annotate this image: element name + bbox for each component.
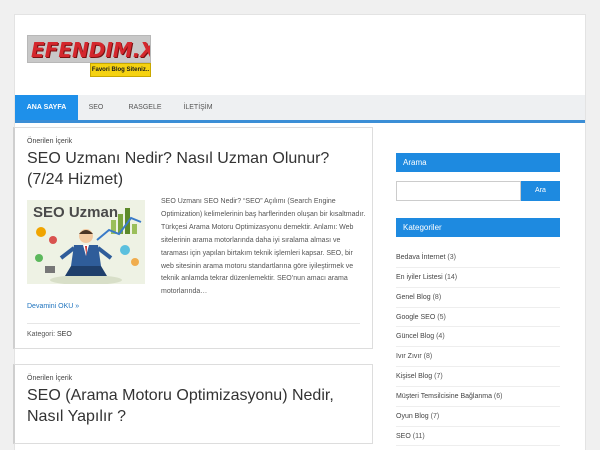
category-item[interactable]: Genel Blog (8) (396, 288, 560, 308)
category-item[interactable]: Google SEO (5) (396, 308, 560, 328)
category-count: (11) (412, 432, 425, 440)
category-name: Güncel Blog (396, 333, 435, 341)
category-count: (8) (432, 293, 442, 301)
category-item[interactable]: SEO (11) (396, 427, 560, 447)
nav-item-rasgele[interactable]: RASGELE (114, 95, 176, 120)
main-nav: ANA SAYFA SEO RASGELE İLETİŞİM (15, 95, 585, 123)
post-title[interactable]: SEO (Arama Motoru Optimizasyonu) Nedir, … (27, 385, 362, 427)
category-count: (5) (437, 313, 446, 321)
post-divider (27, 323, 360, 324)
category-name: Google SEO (396, 313, 436, 321)
category-count: (8) (423, 353, 433, 361)
category-name: Müşteri Temsilcisine Bağlanma (396, 392, 492, 400)
post-category: Önerilen İçerik (27, 138, 73, 145)
meta-category-link[interactable]: SEO (57, 331, 72, 338)
category-item[interactable]: Oyun Blog (7) (396, 407, 560, 427)
post-card: Önerilen İçerik SEO Uzmanı Nedir? Nasıl … (13, 127, 373, 349)
categories-widget-title: Kategoriler (396, 218, 560, 237)
post-thumbnail[interactable]: SEO Uzman (27, 200, 145, 284)
meta-label: Kategori: (27, 331, 56, 338)
post-title[interactable]: SEO Uzmanı Nedir? Nasıl Uzman Olunur? (7… (27, 148, 362, 190)
logo-banner: EFENDIM.XYZ (27, 35, 151, 63)
category-item[interactable]: Güncel Blog (4) (396, 327, 560, 348)
site-logo[interactable]: EFENDIM.XYZ Favori Blog Siteniz.. (27, 35, 151, 77)
category-item[interactable]: Müşteri Temsilcisine Bağlanma (6) (396, 387, 560, 407)
image-label: SEO Uzman (33, 204, 118, 221)
category-name: Kişisel Blog (396, 373, 433, 381)
category-item[interactable]: Kişisel Blog (7) (396, 367, 560, 387)
category-name: SEO (396, 432, 411, 440)
category-item[interactable]: Bedava İnternet (3) (396, 248, 560, 268)
nav-item-iletisim[interactable]: İLETİŞİM (176, 95, 220, 120)
category-count: (7) (434, 373, 443, 381)
read-more-link[interactable]: Devamini OKU » (27, 303, 79, 310)
site-header: EFENDIM.XYZ Favori Blog Siteniz.. (15, 15, 585, 95)
category-count: (6) (493, 392, 503, 400)
post-category: Önerilen İçerik (27, 375, 73, 382)
category-item[interactable]: En iyiler Listesi (14) (396, 268, 560, 288)
category-name: Ivır Zıvır (396, 353, 422, 361)
category-item[interactable]: Ivır Zıvır (8) (396, 347, 560, 368)
category-count: (3) (447, 254, 456, 261)
post-card: Önerilen İçerik SEO (Arama Motoru Optimi… (13, 364, 373, 444)
category-name: Oyun Blog (396, 412, 429, 420)
nav-item-seo[interactable]: SEO (78, 95, 114, 120)
category-count: (7) (430, 412, 440, 420)
nav-item-ana-sayfa[interactable]: ANA SAYFA (15, 95, 78, 120)
logo-text: EFENDIM.XYZ (31, 38, 150, 62)
search-button[interactable]: Ara (521, 181, 560, 201)
logo-tagline: Favori Blog Siteniz.. (90, 63, 151, 77)
seo-uzman-illustration: SEO Uzman (27, 200, 145, 284)
category-count: (4) (436, 333, 445, 341)
category-name: Genel Blog (396, 293, 431, 301)
post-meta: Kategori: SEO (27, 331, 72, 338)
post-excerpt: SEO Uzmanı SEO Nedir? “SEO” Açılımı (Sea… (161, 198, 366, 296)
search-input[interactable] (396, 181, 521, 201)
search-widget-title: Arama (396, 153, 560, 172)
category-name: Bedava İnternet (396, 254, 446, 261)
category-name: En iyiler Listesi (396, 273, 443, 281)
category-count: (14) (444, 273, 458, 281)
category-list: Bedava İnternet (3) En iyiler Listesi (14… (396, 248, 560, 447)
